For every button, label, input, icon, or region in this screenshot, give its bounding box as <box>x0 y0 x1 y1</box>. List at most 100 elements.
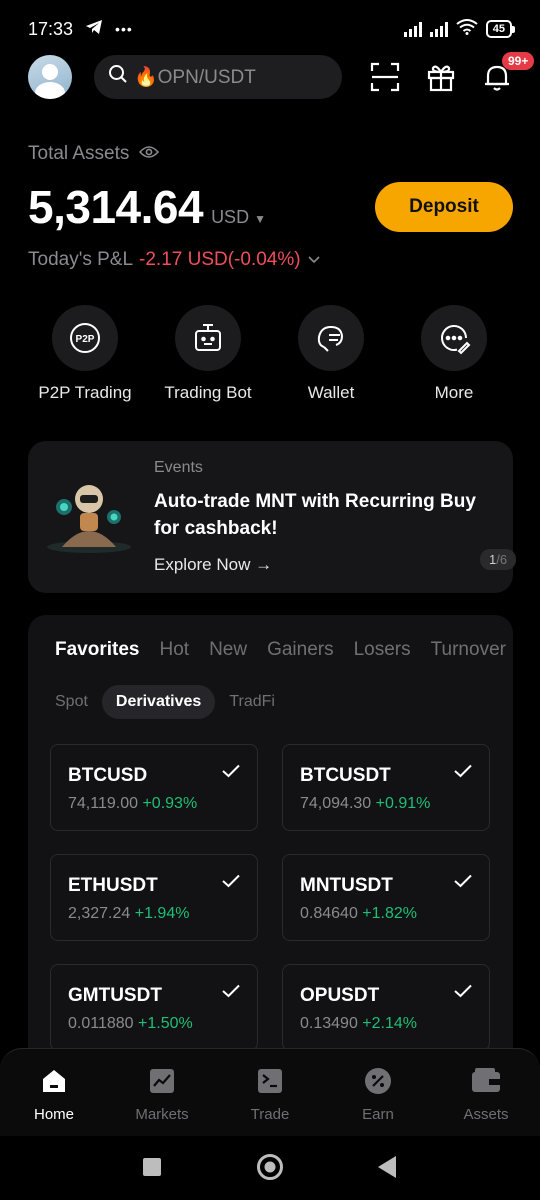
battery-icon: 45 <box>485 20 516 38</box>
pnl-label: Today's P&L <box>28 249 134 270</box>
action-label: Wallet <box>307 383 355 402</box>
market-card[interactable]: BTCUSD 74,119.00 +0.93% <box>50 744 258 831</box>
back-icon[interactable] <box>377 1155 397 1184</box>
subtab-tradfi[interactable]: TradFi <box>229 686 275 718</box>
events-label: Events <box>154 459 203 476</box>
status-dots: ••• <box>115 21 133 37</box>
card-symbol: OPUSDT <box>300 985 380 1006</box>
bell-icon[interactable]: 99+ <box>480 52 535 94</box>
nav-label: Home <box>33 1106 74 1123</box>
system-navigation <box>0 1136 540 1200</box>
bottom-nav: Home Markets Trade Earn Assets <box>0 1048 540 1136</box>
eye-icon[interactable] <box>139 143 160 165</box>
card-price-row: 2,327.24 +1.94% <box>68 905 189 923</box>
quick-actions: P2P P2P Trading Trading Bot Wallet More <box>0 305 540 405</box>
tab-hot[interactable]: Hot <box>159 639 189 661</box>
card-symbol: ETHUSDT <box>68 875 158 896</box>
wifi-icon <box>456 18 478 40</box>
tab-favorites[interactable]: Favorites <box>55 639 139 661</box>
currency-selector[interactable]: USD ▼ <box>211 207 266 228</box>
svg-text:P2P: P2P <box>76 334 95 345</box>
card-change: +2.14% <box>362 1015 418 1032</box>
events-pager: 1/6 <box>480 549 517 570</box>
action-trading-bot[interactable]: Trading Bot <box>153 305 263 403</box>
card-price: 74,094.30 <box>300 795 372 812</box>
check-icon <box>454 764 472 783</box>
chart-icon <box>148 1067 176 1100</box>
card-price-row: 0.13490 +2.14% <box>300 1015 417 1033</box>
action-more[interactable]: More <box>399 305 509 403</box>
telegram-icon <box>85 19 103 40</box>
market-card[interactable]: ETHUSDT 2,327.24 +1.94% <box>50 854 258 941</box>
scan-icon[interactable] <box>368 60 402 94</box>
card-symbol: GMTUSDT <box>68 985 162 1006</box>
recents-icon[interactable] <box>142 1157 162 1182</box>
market-card[interactable]: MNTUSDT 0.84640 +1.82% <box>282 854 490 941</box>
home-button-icon[interactable] <box>256 1153 284 1186</box>
gift-icon[interactable] <box>424 60 458 94</box>
explore-now-link[interactable]: Explore Now → <box>154 555 272 575</box>
events-card[interactable]: Events Auto-trade MNT with Recurring Buy… <box>28 441 517 593</box>
tab-losers[interactable]: Losers <box>354 639 411 661</box>
events-title: Auto-trade MNT with Recurring Buy for ca… <box>154 491 476 539</box>
check-icon <box>222 984 240 1003</box>
tab-gainers[interactable]: Gainers <box>267 639 334 661</box>
card-price: 2,327.24 <box>68 905 131 922</box>
card-price-row: 0.84640 +1.82% <box>300 905 417 923</box>
search-input[interactable]: 🔥OPN/USDT <box>94 55 342 99</box>
market-card[interactable]: OPUSDT 0.13490 +2.14% <box>282 964 490 1051</box>
action-wallet[interactable]: Wallet <box>276 305 386 403</box>
signal-icon-2 <box>429 21 448 37</box>
event-robot-illustration <box>44 475 134 559</box>
nav-label: Earn <box>362 1106 394 1123</box>
card-price: 0.13490 <box>300 1015 358 1032</box>
home-icon <box>40 1067 68 1100</box>
card-change: +0.93% <box>142 795 198 812</box>
card-price: 74,119.00 <box>68 795 138 812</box>
card-change: +1.94% <box>134 905 190 922</box>
pnl-value: -2.17 USD(-0.04%) <box>139 249 301 270</box>
market-card[interactable]: BTCUSDT 74,094.30 +0.91% <box>282 744 490 831</box>
card-symbol: MNTUSDT <box>300 875 393 896</box>
action-label: Trading Bot <box>164 383 252 402</box>
check-icon <box>222 874 240 893</box>
search-icon <box>108 64 128 90</box>
deposit-button[interactable]: Deposit <box>375 182 513 232</box>
check-icon <box>222 764 240 783</box>
pager-total: /6 <box>496 552 508 567</box>
nav-trade[interactable]: Trade <box>216 1049 324 1136</box>
nav-markets[interactable]: Markets <box>108 1049 216 1136</box>
wallet-icon <box>298 305 364 371</box>
chevron-down-icon <box>307 249 321 271</box>
pnl-row[interactable]: Today's P&L -2.17 USD(-0.04%) <box>28 249 321 271</box>
nav-earn[interactable]: Earn <box>324 1049 432 1136</box>
avatar[interactable] <box>28 55 72 99</box>
card-symbol: BTCUSD <box>68 765 148 786</box>
tab-turnover[interactable]: Turnover <box>431 639 506 661</box>
card-change: +1.82% <box>362 905 418 922</box>
nav-assets[interactable]: Assets <box>432 1049 540 1136</box>
action-label: P2P Trading <box>38 383 132 402</box>
caret-down-icon: ▼ <box>254 212 266 226</box>
total-assets-text: Total Assets <box>28 143 130 164</box>
more-icon <box>421 305 487 371</box>
subtab-spot[interactable]: Spot <box>55 686 88 718</box>
total-assets-label: Total Assets <box>28 143 160 165</box>
action-label: More <box>434 383 474 402</box>
action-p2p-trading[interactable]: P2P P2P Trading <box>30 305 140 403</box>
market-card[interactable]: GMTUSDT 0.011880 +1.50% <box>50 964 258 1051</box>
card-price-row: 74,119.00 +0.93% <box>68 795 197 813</box>
status-time: 17:33 <box>28 18 74 39</box>
p2p-icon: P2P <box>52 305 118 371</box>
nav-label: Assets <box>463 1106 509 1123</box>
subtab-derivatives[interactable]: Derivatives <box>101 685 216 719</box>
tab-new[interactable]: New <box>209 639 247 661</box>
card-change: +0.91% <box>375 795 431 812</box>
nav-home[interactable]: Home <box>0 1049 108 1136</box>
currency-label: USD <box>211 207 250 227</box>
total-assets-value: 5,314.64 USD ▼ <box>28 180 266 234</box>
market-tabs: Favorites Hot New Gainers Losers Turnove… <box>55 639 506 661</box>
card-price: 0.011880 <box>68 1015 134 1032</box>
nav-label: Trade <box>250 1106 290 1123</box>
card-symbol: BTCUSDT <box>300 765 391 786</box>
